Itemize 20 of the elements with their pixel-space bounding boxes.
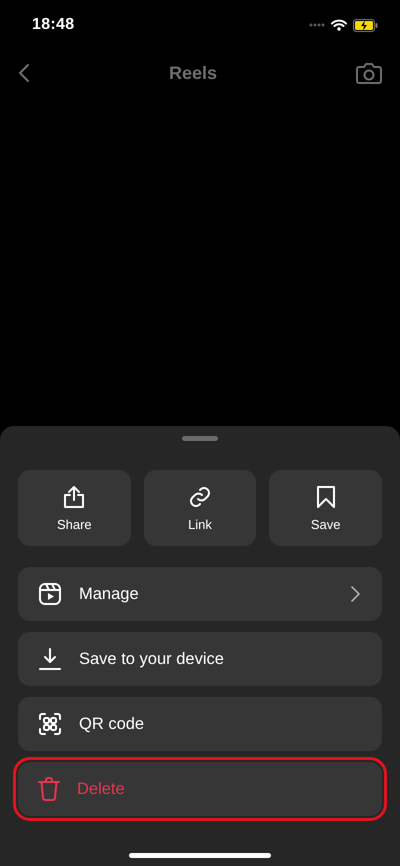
trash-icon — [38, 777, 60, 801]
menu-item[interactable]: Manage — [18, 567, 382, 621]
share-option-tile[interactable]: Link — [144, 470, 256, 546]
share-option-tile[interactable]: Save — [269, 470, 382, 546]
link-icon — [188, 484, 212, 508]
clock-time: 18:48 — [32, 16, 74, 34]
page-title: Reels — [168, 62, 218, 84]
drag-handle[interactable] — [182, 436, 218, 441]
reels-icon — [38, 582, 62, 606]
qr-code-icon — [38, 712, 62, 736]
wifi-icon — [331, 19, 347, 31]
download-icon — [38, 647, 62, 671]
camera-icon[interactable] — [356, 61, 382, 85]
back-icon[interactable] — [18, 63, 30, 83]
share-option-tile[interactable]: Share — [18, 470, 131, 546]
share-icon — [63, 484, 86, 508]
signal-icon — [309, 23, 325, 27]
bookmark-icon — [316, 484, 336, 508]
menu-item[interactable]: QR code — [18, 697, 382, 751]
menu-item[interactable]: Save to your device — [18, 632, 382, 686]
